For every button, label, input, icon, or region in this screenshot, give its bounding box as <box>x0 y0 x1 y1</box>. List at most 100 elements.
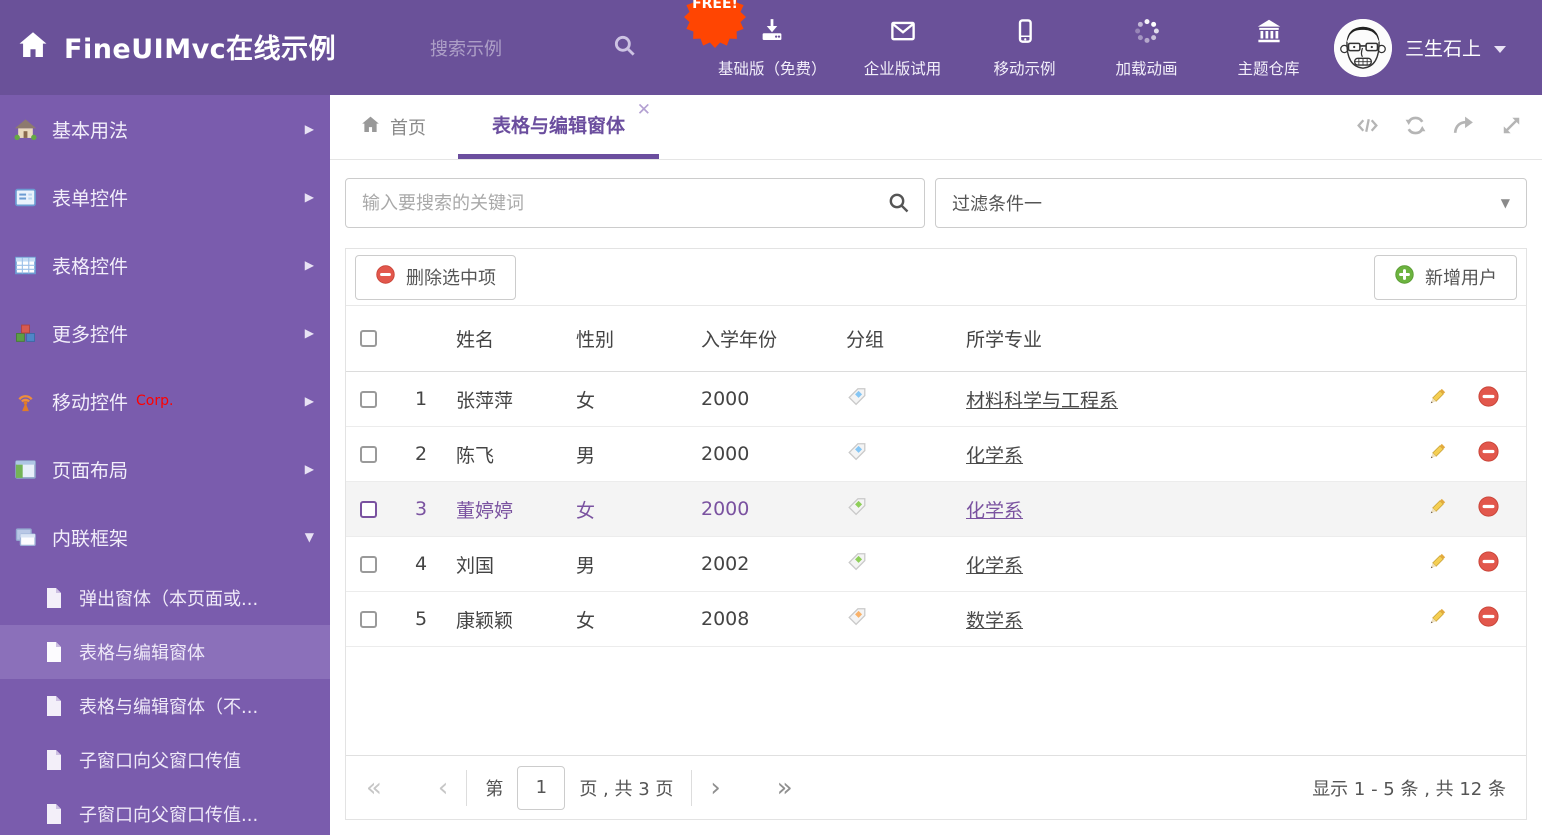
nav-item-label: 基础版（免费） <box>718 60 827 78</box>
col-group[interactable]: 分组 <box>841 325 961 352</box>
nav-item-loading-animation[interactable]: 加载动画 <box>1101 16 1193 79</box>
keyword-search-input[interactable] <box>345 178 925 228</box>
row-checkbox[interactable] <box>360 555 377 573</box>
grid-panel: 删除选中项 新增用户 姓名 性别 入学年份 分组 所学专业 1 张萍萍 女 20… <box>345 248 1527 820</box>
sidebar-item-iframe[interactable]: 内联框架 ▼ <box>0 503 330 571</box>
prev-page-icon[interactable]: ‹ <box>438 775 448 801</box>
sidebar-subitem-child-to-parent-2[interactable]: 子窗口向父窗口传值... <box>0 787 330 835</box>
sidebar-subitem-popup-window[interactable]: 弹出窗体（本页面或... <box>0 571 330 625</box>
nav-item-theme-repo[interactable]: 主题仓库 <box>1223 16 1315 79</box>
col-major[interactable]: 所学专业 <box>961 325 1396 352</box>
row-checkbox[interactable] <box>360 390 377 408</box>
chevron-right-icon: ▶ <box>304 122 314 136</box>
edit-button[interactable] <box>1426 495 1449 523</box>
tag-icon <box>841 441 961 468</box>
cell-name: 董婷婷 <box>456 499 514 522</box>
col-name[interactable]: 姓名 <box>451 325 571 352</box>
table-row[interactable]: 4 刘国 男 2002 化学系 <box>346 537 1526 592</box>
app-window: FineUIMvc在线示例 搜索示例 FREE! 基础版（免费） 企业版试用 移… <box>0 0 1542 835</box>
major-link[interactable]: 材料科学与工程系 <box>966 390 1118 412</box>
page-number-input[interactable] <box>517 765 566 810</box>
tab-home[interactable]: 首页 <box>360 95 426 159</box>
delete-button[interactable] <box>1477 495 1500 523</box>
sidebar-subitem-child-to-parent[interactable]: 子窗口向父窗口传值 <box>0 733 330 787</box>
header-nav: 基础版（免费） 企业版试用 移动示例 加载动画 主题仓库 <box>718 0 1315 95</box>
chevron-right-icon: ▶ <box>304 462 314 476</box>
user-name: 三生石上 <box>1405 38 1482 60</box>
nav-item-label: 企业版试用 <box>863 60 942 78</box>
sidebar-item-more-controls[interactable]: 更多控件 ▶ <box>0 299 330 367</box>
close-icon[interactable]: ✕ <box>637 102 651 119</box>
search-icon[interactable] <box>887 191 911 219</box>
major-link[interactable]: 化学系 <box>966 555 1023 577</box>
edit-button[interactable] <box>1426 385 1449 413</box>
header-search[interactable]: 搜索示例 <box>430 0 638 95</box>
last-page-icon[interactable]: » <box>777 775 793 801</box>
nav-item-mobile-demo[interactable]: 移动示例 <box>979 16 1071 79</box>
row-index: 2 <box>414 443 428 465</box>
table-row[interactable]: 2 陈飞 男 2000 化学系 <box>346 427 1526 482</box>
free-badge-label: FREE! <box>692 0 738 12</box>
table-header: 姓名 性别 入学年份 分组 所学专业 <box>346 306 1526 372</box>
edit-button[interactable] <box>1426 605 1449 633</box>
major-link[interactable]: 化学系 <box>966 445 1023 467</box>
delete-button[interactable] <box>1477 550 1500 578</box>
code-icon[interactable] <box>1355 113 1380 142</box>
edit-button[interactable] <box>1426 440 1449 468</box>
sidebar-item-label: 页面布局 <box>52 459 129 482</box>
spinner-icon <box>1132 16 1162 50</box>
major-link[interactable]: 数学系 <box>966 610 1023 632</box>
sidebar-item-mobile-controls[interactable]: 移动控件 Corp. ▶ <box>0 367 330 435</box>
sidebar-item-basic-usage[interactable]: 基本用法 ▶ <box>0 95 330 163</box>
delete-selected-button[interactable]: 删除选中项 <box>355 254 516 300</box>
cell-name: 康颖颖 <box>456 609 514 632</box>
antenna-icon <box>12 388 39 415</box>
main-content: 首页 表格与编辑窗体 ✕ 输入要搜索的关键词 过滤条件一 ▼ 删除选中项 新增用… <box>330 95 1542 835</box>
delete-button[interactable] <box>1477 385 1500 413</box>
nav-item-enterprise-trial[interactable]: 企业版试用 <box>857 16 949 79</box>
nav-item-label: 加载动画 <box>1115 60 1178 78</box>
corp-tag: Corp. <box>136 393 174 409</box>
cell-year: 2000 <box>701 388 750 410</box>
sidebar-item-grid-controls[interactable]: 表格控件 ▶ <box>0 231 330 299</box>
cell-name: 刘国 <box>456 554 495 577</box>
sidebar-subitem-grid-edit-window[interactable]: 表格与编辑窗体 <box>0 625 330 679</box>
app-logo[interactable]: FineUIMvc在线示例 <box>16 27 336 66</box>
home-icon <box>16 28 50 66</box>
content-toolbar <box>1355 95 1524 160</box>
table-row[interactable]: 1 张萍萍 女 2000 材料科学与工程系 <box>346 372 1526 427</box>
row-checkbox[interactable] <box>360 445 377 463</box>
cell-gender: 女 <box>576 609 596 632</box>
major-link[interactable]: 化学系 <box>966 500 1023 522</box>
file-icon <box>44 803 64 825</box>
table-row-selected[interactable]: 3 董婷婷 女 2000 化学系 <box>346 482 1526 537</box>
row-index: 1 <box>414 388 428 410</box>
sidebar-subitem-label: 子窗口向父窗口传值 <box>79 751 241 772</box>
table-row[interactable]: 5 康颖颖 女 2008 数学系 <box>346 592 1526 647</box>
search-icon[interactable] <box>612 33 638 63</box>
user-menu[interactable]: 三生石上 <box>1334 0 1507 95</box>
edit-button[interactable] <box>1426 550 1449 578</box>
filter-dropdown[interactable]: 过滤条件一 ▼ <box>935 178 1527 228</box>
tab-label: 表格与编辑窗体 <box>492 115 626 137</box>
share-icon[interactable] <box>1451 113 1476 142</box>
delete-button[interactable] <box>1477 440 1500 468</box>
plus-circle-icon <box>1394 264 1415 290</box>
col-gender[interactable]: 性别 <box>571 325 696 352</box>
sidebar-item-page-layout[interactable]: 页面布局 ▶ <box>0 435 330 503</box>
row-checkbox[interactable] <box>360 610 377 628</box>
next-page-icon[interactable]: › <box>710 775 720 801</box>
sidebar-item-form-controls[interactable]: 表单控件 ▶ <box>0 163 330 231</box>
first-page-icon[interactable]: « <box>366 775 382 801</box>
add-user-button[interactable]: 新增用户 <box>1374 254 1517 300</box>
row-checkbox[interactable] <box>360 500 377 518</box>
expand-icon[interactable] <box>1499 113 1524 142</box>
tab-grid-edit-window[interactable]: 表格与编辑窗体 ✕ <box>458 95 660 159</box>
col-year[interactable]: 入学年份 <box>696 325 841 352</box>
delete-button[interactable] <box>1477 605 1500 633</box>
refresh-icon[interactable] <box>1403 113 1428 142</box>
sidebar-subitem-grid-edit-window-2[interactable]: 表格与编辑窗体（不... <box>0 679 330 733</box>
select-all-checkbox[interactable] <box>360 330 377 347</box>
cell-gender: 男 <box>576 554 596 577</box>
chevron-down-icon: ▼ <box>1500 196 1510 210</box>
